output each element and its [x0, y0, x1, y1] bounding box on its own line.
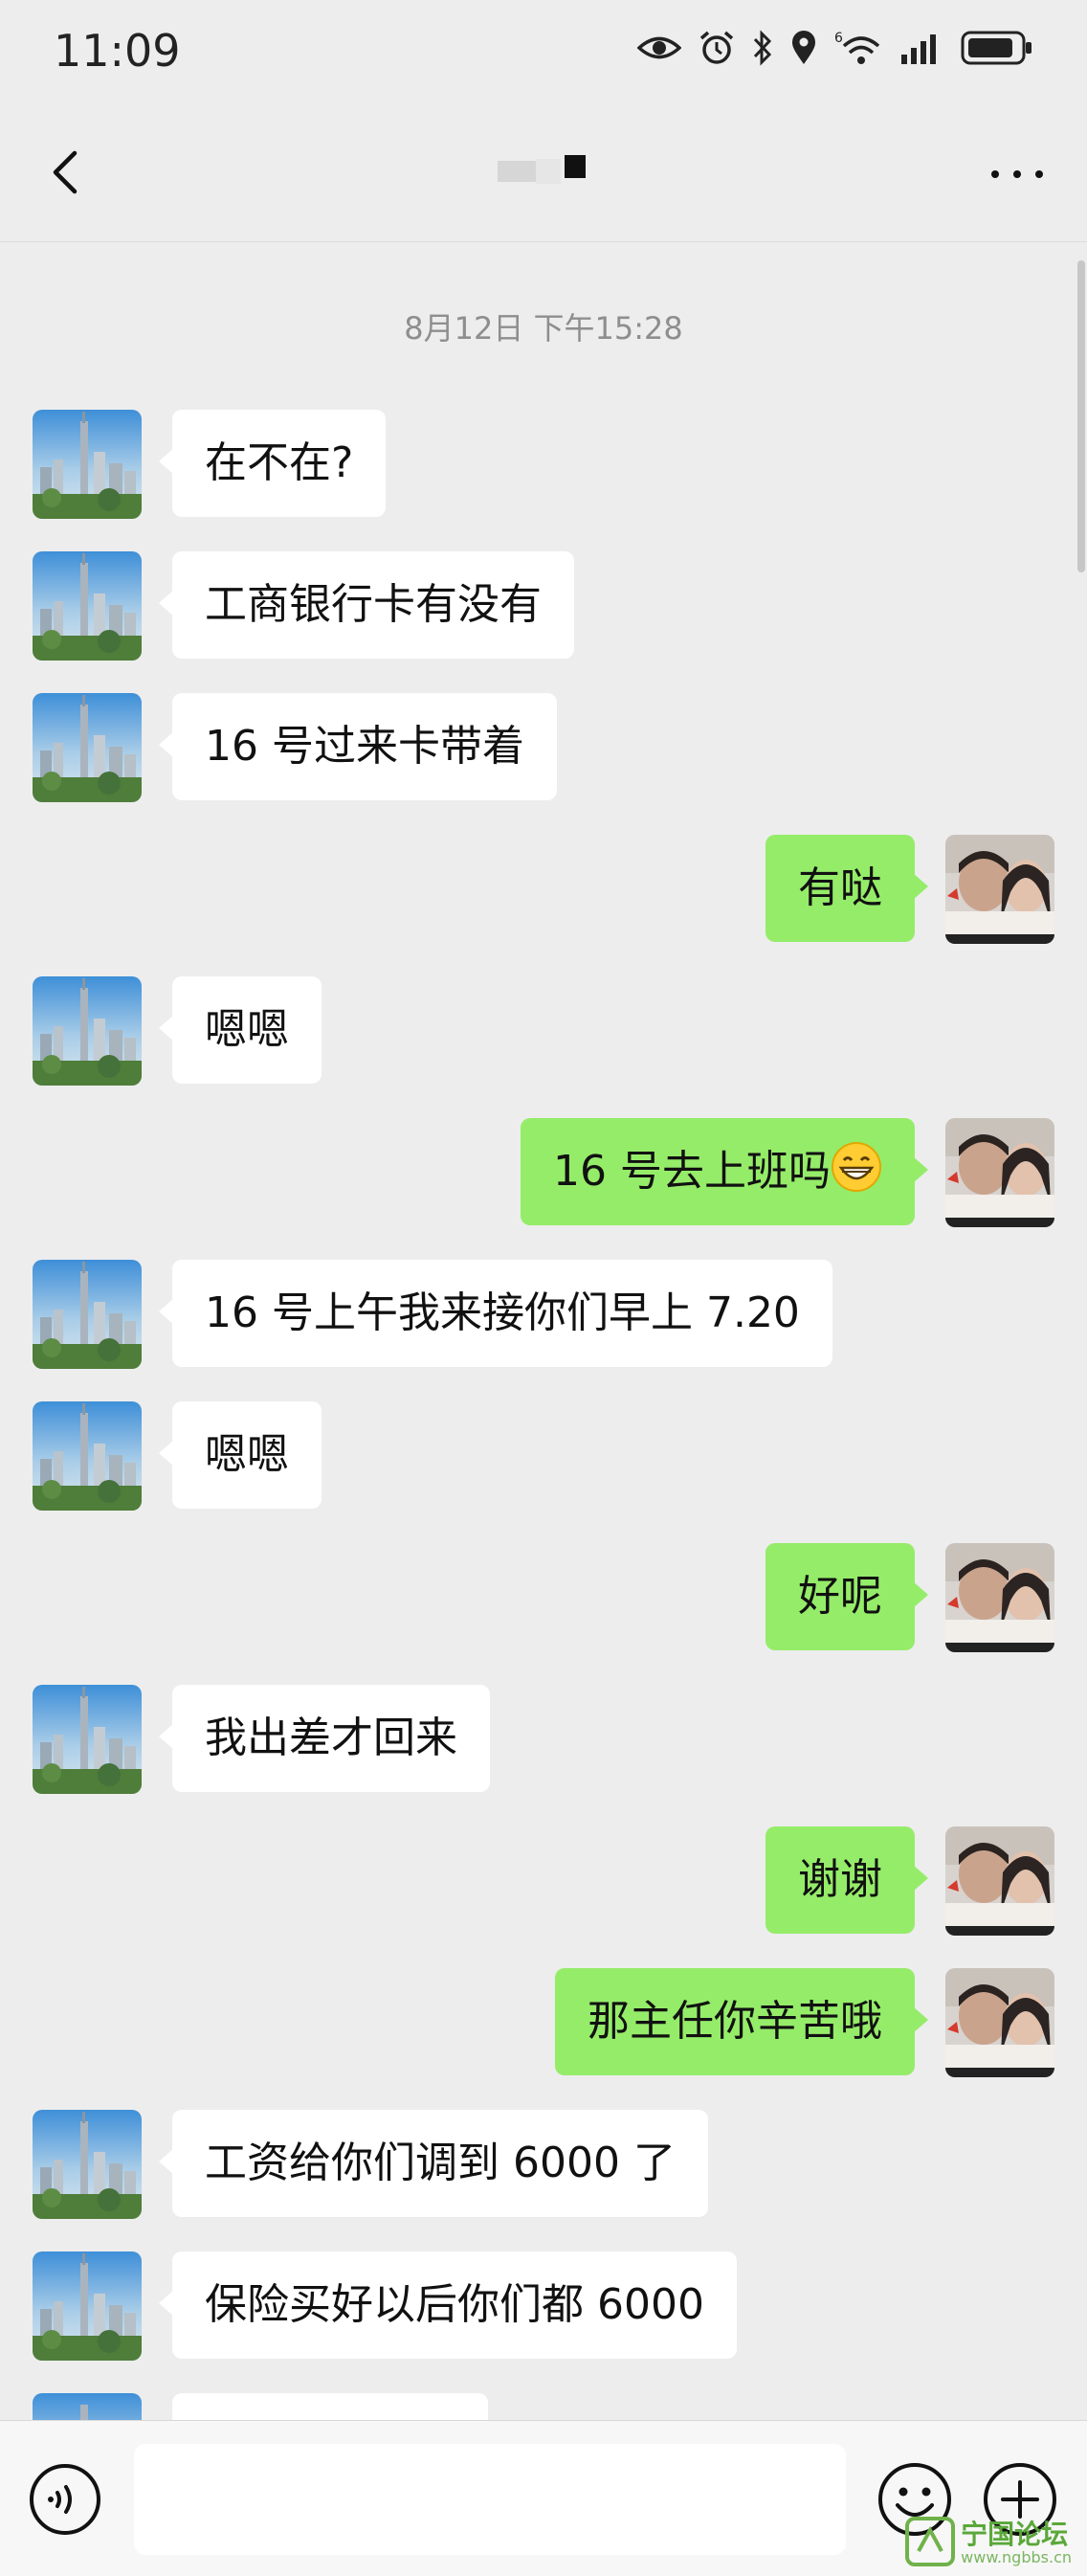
signal-icon — [901, 34, 936, 64]
battery-icon — [961, 31, 1032, 65]
message-bubble[interactable]: 保险买好以后你们都 6000 — [159, 2251, 737, 2359]
my-avatar[interactable] — [945, 1968, 1054, 2077]
message-bubble[interactable]: 好呢 — [765, 1543, 928, 1650]
voice-icon[interactable] — [29, 2463, 101, 2536]
contact-avatar[interactable] — [33, 1685, 142, 1794]
message-input[interactable] — [134, 2444, 846, 2555]
my-avatar[interactable] — [945, 1118, 1054, 1227]
my-avatar[interactable] — [945, 835, 1054, 944]
watermark-url: www.ngbbs.cn — [961, 2548, 1072, 2566]
contact-avatar[interactable] — [33, 2110, 142, 2219]
forum-watermark: 宁国论坛 www.ngbbs.cn — [905, 2517, 1072, 2566]
status-icons: 6 — [637, 29, 1033, 67]
location-icon — [792, 31, 815, 64]
chevron-left-icon[interactable] — [38, 144, 96, 201]
contact-avatar[interactable] — [33, 551, 142, 661]
message-bubble[interactable]: 工商银行卡有没有 — [159, 551, 574, 659]
contact-avatar[interactable] — [33, 693, 142, 802]
my-avatar[interactable] — [945, 1826, 1054, 1936]
watermark-title: 宁国论坛 — [961, 2519, 1069, 2550]
status-bar: 11:09 6 — [0, 0, 1087, 105]
svg-text:6: 6 — [834, 31, 843, 46]
contact-avatar[interactable] — [33, 2251, 142, 2361]
contact-avatar[interactable] — [33, 1401, 142, 1511]
my-avatar[interactable] — [945, 1543, 1054, 1652]
contact-avatar[interactable] — [33, 976, 142, 1086]
message-bubble[interactable]: 我出差才回来 — [159, 1685, 490, 1792]
grinning-face-icon — [832, 1142, 881, 1192]
message-bubble[interactable]: 工资给你们调到 6000 了 — [159, 2110, 708, 2217]
message-bubble[interactable]: 有哒 — [765, 835, 928, 942]
status-time: 11:09 — [54, 25, 181, 77]
message-bubble[interactable]: 在不在? — [158, 410, 387, 517]
bluetooth-icon — [753, 30, 772, 66]
chat-timestamp: 8月12日 下午15:28 — [404, 310, 683, 347]
contact-name-redacted — [498, 155, 589, 193]
contact-avatar[interactable] — [33, 410, 142, 519]
message-bubble[interactable]: 嗯嗯 — [159, 1401, 322, 1509]
alarm-icon — [699, 31, 734, 64]
wifi-6-icon: 6 — [834, 31, 880, 64]
chat-input-bar: 宁国论坛 www.ngbbs.cn — [0, 2420, 1087, 2576]
message-bubble[interactable]: 那主任你辛苦哦 — [555, 1968, 928, 2075]
contact-avatar[interactable] — [33, 1260, 142, 1369]
message-bubble[interactable]: 16 号上午我来接你们早上 7.20 — [159, 1260, 832, 1367]
eye-icon — [637, 36, 681, 59]
message-bubble[interactable]: 谢谢 — [765, 1826, 928, 1934]
forum-logo — [905, 2517, 956, 2566]
message-text: 16 号去上班吗 — [553, 1147, 831, 1196]
chat-header — [0, 105, 1087, 242]
message-bubble[interactable]: 16 号过来卡带着 — [159, 693, 557, 800]
more-dots-icon[interactable] — [991, 165, 1043, 184]
message-bubble[interactable]: 嗯嗯 — [159, 976, 322, 1084]
message-bubble[interactable]: 16 号去上班吗 — [521, 1118, 928, 1225]
